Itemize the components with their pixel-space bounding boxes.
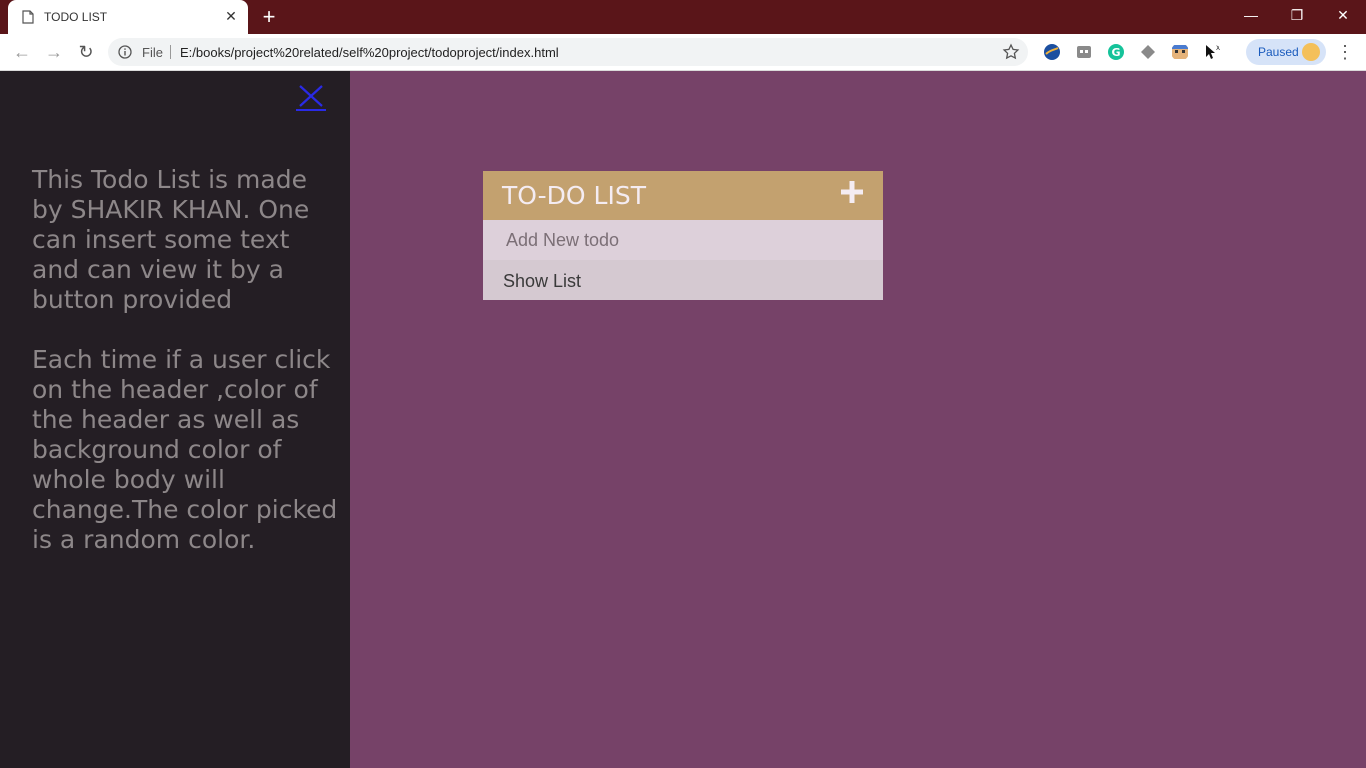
tab-close-icon[interactable]: ✕ (224, 9, 238, 23)
window-close-icon[interactable]: ✕ (1320, 0, 1366, 30)
extension-layers-icon[interactable] (1139, 43, 1157, 61)
info-icon[interactable] (118, 45, 132, 59)
todo-header[interactable]: TO-DO LIST (483, 171, 883, 220)
about-paragraph-2: Each time if a user click on the header … (32, 345, 338, 554)
extension-cursor-icon[interactable]: XY (1203, 43, 1221, 61)
page-icon (22, 10, 34, 24)
extension-globe-icon[interactable] (1043, 43, 1061, 61)
paused-label: Paused (1258, 45, 1299, 59)
svg-text:G: G (1111, 46, 1120, 59)
browser-titlebar: TODO LIST ✕ + — ❐ ✕ (0, 0, 1366, 34)
side-navigation: This Todo List is made by SHAKIR KHAN. O… (0, 71, 350, 768)
forward-arrow-icon[interactable]: → (42, 40, 66, 64)
profile-paused-button[interactable]: Paused (1246, 39, 1326, 65)
extension-face-icon[interactable] (1171, 43, 1189, 61)
restore-icon[interactable]: ❐ (1274, 0, 1320, 30)
avatar (1302, 43, 1320, 61)
reload-icon[interactable]: ↻ (74, 40, 98, 64)
browser-tab[interactable]: TODO LIST ✕ (8, 0, 248, 34)
todo-card: TO-DO LIST Show List (483, 171, 883, 300)
extension-gamepad-icon[interactable] (1075, 43, 1093, 61)
url-scheme: File (142, 45, 163, 60)
about-paragraph-1: This Todo List is made by SHAKIR KHAN. O… (32, 165, 310, 314)
about-text: This Todo List is made by SHAKIR KHAN. O… (32, 165, 344, 555)
url-separator (170, 45, 171, 59)
todo-title: TO-DO LIST (502, 181, 646, 210)
back-arrow-icon[interactable]: ← (10, 40, 34, 64)
grammarly-icon[interactable]: G (1107, 43, 1125, 61)
plus-icon[interactable] (839, 179, 865, 205)
bookmark-star-icon[interactable] (1002, 43, 1020, 61)
browser-toolbar: ← → ↻ File E:/books/project%20related/se… (0, 34, 1366, 71)
close-link-underline (296, 109, 326, 111)
show-list-label: Show List (503, 271, 582, 291)
svg-text:XY: XY (1216, 45, 1221, 52)
address-bar[interactable]: File E:/books/project%20related/self%20p… (108, 38, 1028, 66)
tab-title: TODO LIST (44, 10, 108, 24)
url-text[interactable]: E:/books/project%20related/self%20projec… (180, 45, 559, 60)
page-body[interactable]: This Todo List is made by SHAKIR KHAN. O… (0, 71, 1366, 768)
browser-menu-icon[interactable]: ⋮ (1336, 42, 1354, 62)
close-icon[interactable] (296, 83, 326, 113)
minimize-icon[interactable]: — (1228, 0, 1274, 30)
new-tab-icon[interactable]: + (258, 6, 280, 28)
add-todo-input[interactable] (483, 220, 883, 260)
show-list-button[interactable]: Show List (483, 260, 883, 300)
